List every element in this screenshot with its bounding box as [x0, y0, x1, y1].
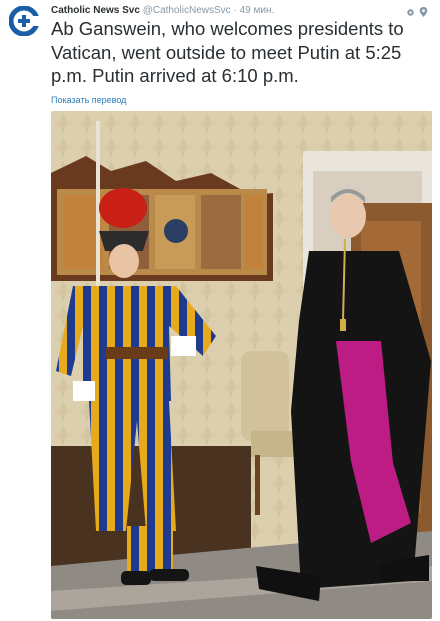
catholic-news-logo-icon — [8, 5, 41, 37]
author-handle[interactable]: @CatholicNewsSvc — [143, 5, 231, 16]
translate-link[interactable]: Показать перевод — [51, 94, 126, 106]
author-avatar[interactable] — [8, 5, 41, 37]
author-name[interactable]: Catholic News Svc — [51, 5, 140, 16]
location-pin-icon[interactable] — [419, 4, 428, 17]
tweet-timestamp[interactable]: 49 мин. — [240, 5, 275, 16]
tweet-actions — [406, 4, 428, 17]
tweet-text: Ab Ganswein, who welcomes presidents to … — [51, 18, 404, 86]
tweet-photo[interactable] — [51, 111, 432, 619]
tweet-header: Catholic News Svc @CatholicNewsSvc · 49 … — [51, 4, 274, 18]
plumed-helmet — [99, 188, 147, 228]
photo-illustration — [51, 111, 432, 619]
tweet-card: Catholic News Svc @CatholicNewsSvc · 49 … — [0, 0, 440, 621]
header-separator: · — [233, 5, 237, 16]
settings-icon[interactable] — [406, 4, 415, 16]
